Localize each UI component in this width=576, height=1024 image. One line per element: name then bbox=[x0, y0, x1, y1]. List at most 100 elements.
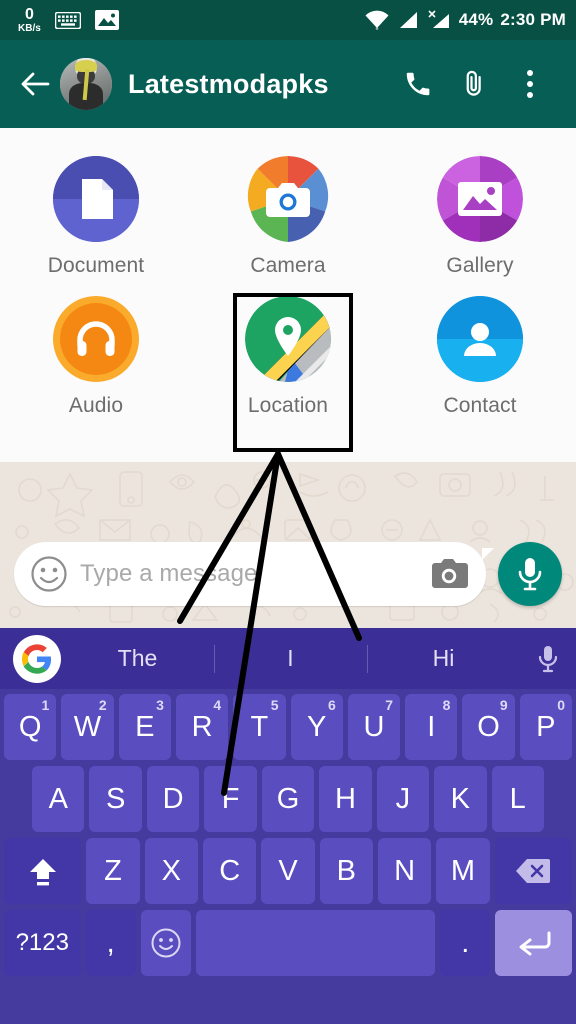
image-icon bbox=[94, 10, 119, 30]
attachment-item-location[interactable]: Location bbox=[192, 290, 384, 422]
attachment-label: Gallery bbox=[446, 254, 514, 277]
key-r[interactable]: 4R bbox=[175, 694, 229, 760]
key-l[interactable]: L bbox=[491, 766, 544, 832]
audio-headphones-icon bbox=[53, 296, 139, 382]
suggestion-item[interactable]: I bbox=[214, 645, 367, 672]
key-j[interactable]: J bbox=[376, 766, 430, 832]
key-z[interactable]: Z bbox=[86, 838, 140, 904]
key-label: I bbox=[427, 710, 436, 743]
backspace-key[interactable] bbox=[494, 838, 572, 904]
attachment-item-audio[interactable]: Audio bbox=[0, 290, 192, 422]
microphone-icon[interactable] bbox=[520, 644, 576, 674]
key-u[interactable]: 7U bbox=[347, 694, 401, 760]
key-label: W bbox=[73, 710, 102, 743]
attachment-label: Camera bbox=[250, 254, 326, 277]
key-superscript: 9 bbox=[499, 697, 508, 713]
key-label: U bbox=[363, 710, 385, 743]
key-label: R bbox=[191, 710, 213, 743]
symbols-key[interactable]: ?123 bbox=[4, 910, 81, 976]
key-label: T bbox=[250, 710, 269, 743]
key-q[interactable]: 1Q bbox=[4, 694, 57, 760]
signal-no-sim-icon bbox=[426, 10, 452, 30]
message-input-bubble[interactable]: Type a message bbox=[14, 542, 494, 606]
enter-key[interactable] bbox=[495, 910, 572, 976]
emoji-key[interactable] bbox=[140, 910, 192, 976]
google-g-icon[interactable] bbox=[13, 634, 61, 683]
camera-icon[interactable] bbox=[426, 553, 472, 595]
document-icon bbox=[53, 156, 139, 242]
phone-call-icon[interactable] bbox=[390, 56, 446, 112]
status-bar-left: 0 KB/s bbox=[0, 6, 119, 34]
attachment-label: Location bbox=[247, 394, 329, 417]
attachment-item-camera[interactable]: Camera bbox=[192, 150, 384, 282]
key-superscript: 7 bbox=[385, 697, 394, 713]
page-title[interactable]: Latestmodapks bbox=[128, 69, 390, 100]
attachment-panel: Document Camera Gallery Audio Location C… bbox=[0, 128, 576, 462]
key-o[interactable]: 9O bbox=[462, 694, 515, 760]
attachment-label: Contact bbox=[443, 394, 517, 417]
key-c[interactable]: C bbox=[203, 838, 257, 904]
key-w[interactable]: 2W bbox=[61, 694, 114, 760]
shift-arrow-icon bbox=[29, 859, 56, 886]
key-x[interactable]: X bbox=[144, 838, 198, 904]
emoji-smiley-icon[interactable] bbox=[28, 553, 70, 595]
keyboard-icon bbox=[54, 11, 81, 29]
key-m[interactable]: M bbox=[436, 838, 490, 904]
key-superscript: 5 bbox=[270, 697, 279, 713]
network-speed-indicator: 0 KB/s bbox=[18, 6, 41, 34]
key-g[interactable]: G bbox=[261, 766, 315, 832]
voice-record-button[interactable] bbox=[498, 542, 562, 606]
key-superscript: 6 bbox=[328, 697, 336, 713]
attachment-label: Audio bbox=[68, 394, 124, 417]
key-comma[interactable]: , bbox=[85, 910, 136, 976]
key-n[interactable]: N bbox=[377, 838, 432, 904]
battery-percentage: 44% bbox=[458, 10, 494, 29]
avatar[interactable] bbox=[60, 58, 112, 110]
key-a[interactable]: A bbox=[32, 766, 85, 832]
attachment-item-document[interactable]: Document bbox=[0, 150, 192, 282]
location-pin-map-icon bbox=[245, 296, 331, 382]
attachment-label: Document bbox=[47, 254, 145, 277]
attachment-item-contact[interactable]: Contact bbox=[384, 290, 576, 422]
network-speed-unit: KB/s bbox=[18, 22, 41, 34]
key-label: P bbox=[536, 710, 556, 743]
shift-key[interactable] bbox=[4, 838, 82, 904]
gallery-icon bbox=[437, 156, 523, 242]
key-label: Y bbox=[306, 710, 327, 743]
back-arrow-icon[interactable] bbox=[18, 67, 52, 101]
key-y[interactable]: 6Y bbox=[290, 694, 343, 760]
keyboard-rows: 1Q 2W 3E 4R 5T 6Y 7U 8I 9O 0P A S D F G … bbox=[0, 689, 576, 988]
message-input-placeholder[interactable]: Type a message bbox=[80, 560, 426, 588]
key-superscript: 4 bbox=[213, 697, 222, 713]
key-b[interactable]: B bbox=[319, 838, 373, 904]
app-bar: Latestmodapks bbox=[0, 40, 576, 128]
backspace-delete-icon bbox=[516, 859, 551, 883]
suggestion-bar: The I Hi bbox=[0, 628, 576, 689]
key-t[interactable]: 5T bbox=[233, 694, 286, 760]
key-label: E bbox=[135, 710, 155, 743]
key-i[interactable]: 8I bbox=[405, 694, 458, 760]
clock-time: 2:30 PM bbox=[500, 10, 566, 29]
suggestion-item[interactable]: The bbox=[61, 645, 214, 672]
attachment-item-gallery[interactable]: Gallery bbox=[384, 150, 576, 282]
key-k[interactable]: K bbox=[434, 766, 487, 832]
key-p[interactable]: 0P bbox=[519, 694, 572, 760]
attachment-grid: Document Camera Gallery Audio Location C… bbox=[0, 128, 576, 422]
keyboard-row-3: Z X C V B N M bbox=[4, 838, 572, 904]
enter-return-icon bbox=[519, 931, 551, 956]
camera-icon bbox=[245, 156, 331, 242]
key-v[interactable]: V bbox=[261, 838, 315, 904]
key-period[interactable]: . bbox=[440, 910, 491, 976]
key-e[interactable]: 3E bbox=[118, 694, 171, 760]
key-label: Q bbox=[18, 710, 42, 743]
key-f[interactable]: F bbox=[204, 766, 257, 832]
suggestion-item[interactable]: Hi bbox=[367, 645, 520, 672]
overflow-menu-icon[interactable] bbox=[502, 56, 558, 112]
key-d[interactable]: D bbox=[146, 766, 200, 832]
paperclip-icon[interactable] bbox=[446, 56, 502, 112]
key-s[interactable]: S bbox=[89, 766, 142, 832]
signal-icon bbox=[397, 10, 419, 30]
suggestion-list: The I Hi bbox=[61, 628, 520, 689]
key-h[interactable]: H bbox=[319, 766, 372, 832]
space-key[interactable] bbox=[196, 910, 436, 976]
